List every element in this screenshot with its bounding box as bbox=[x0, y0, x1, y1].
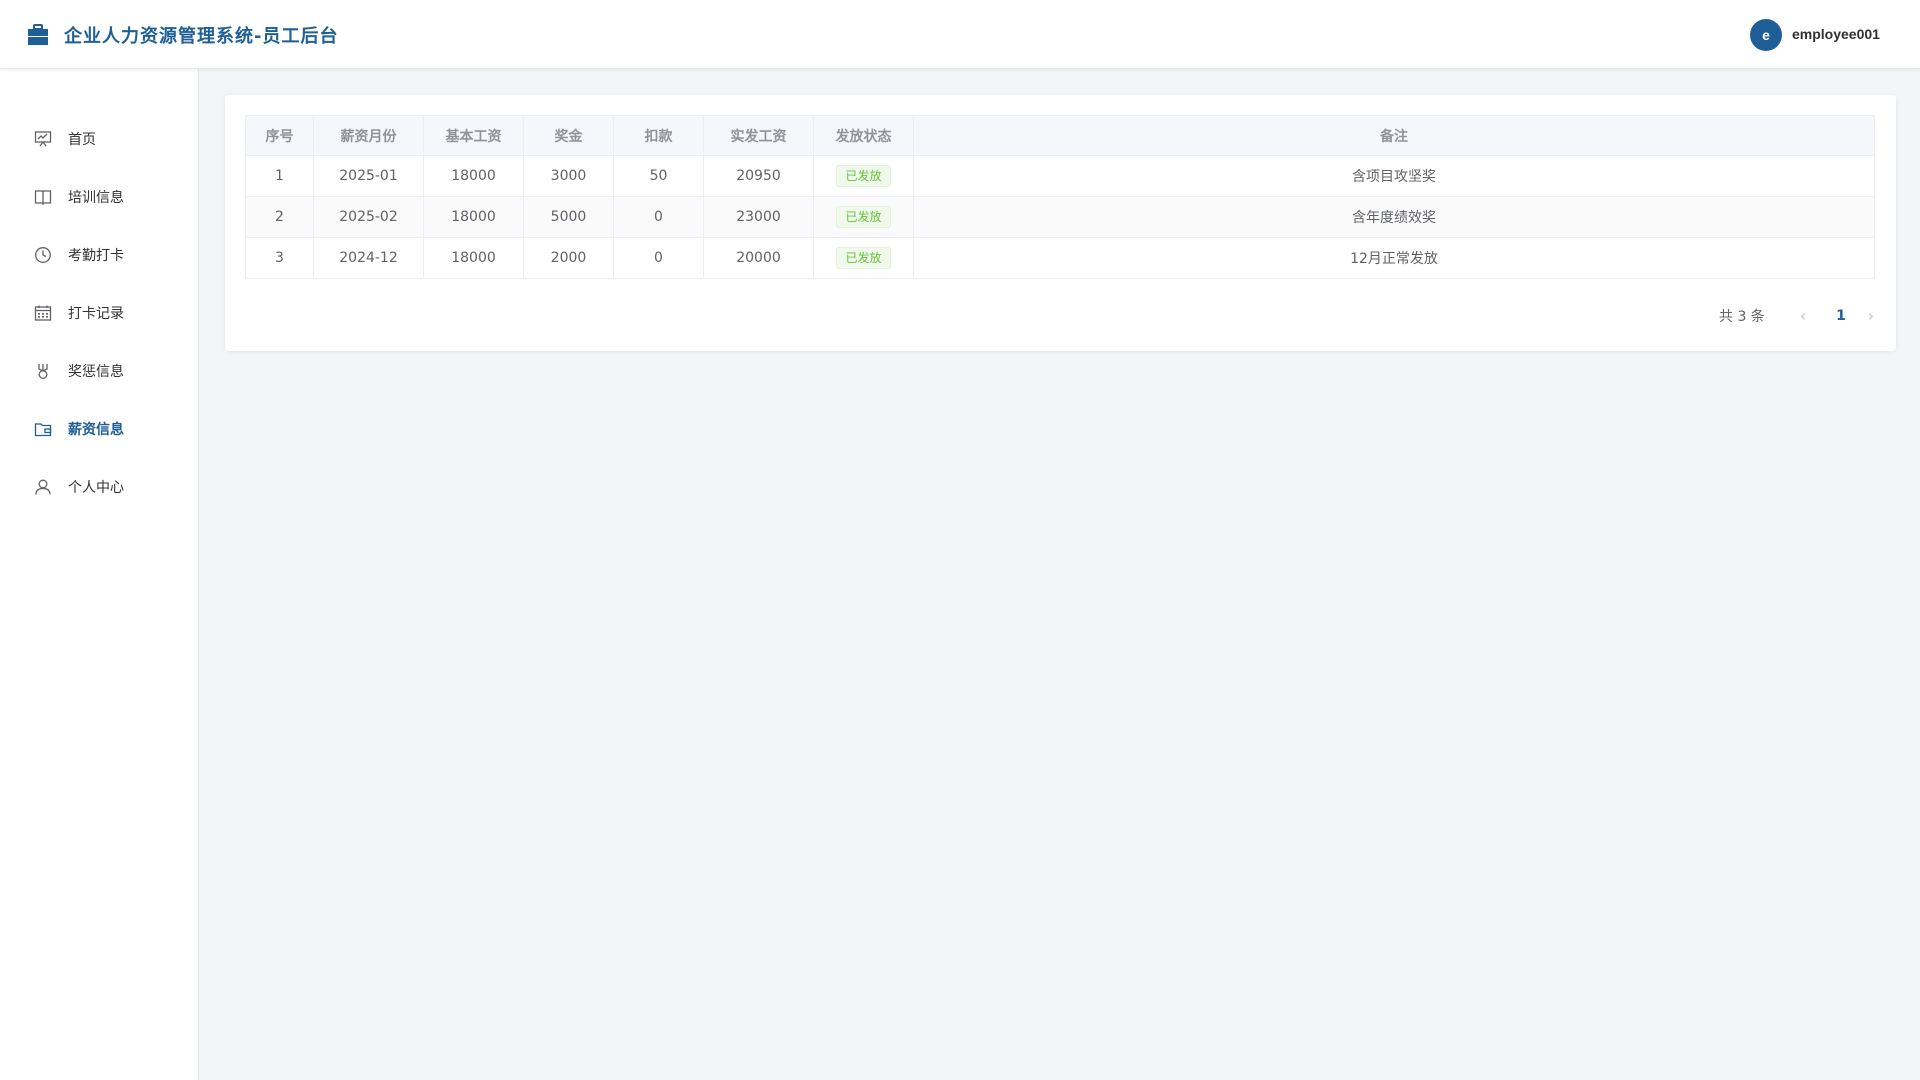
cell-month: 2025-02 bbox=[313, 196, 424, 238]
sidebar-item-attendance[interactable]: 考勤打卡 bbox=[0, 231, 199, 279]
status-badge: 已发放 bbox=[836, 206, 891, 228]
column-header-bonus[interactable]: 奖金 bbox=[523, 115, 614, 156]
sidebar-item-clock-records[interactable]: 打卡记录 bbox=[0, 289, 199, 337]
cell-base-salary: 18000 bbox=[423, 237, 524, 279]
sidebar-item-label: 奖惩信息 bbox=[68, 364, 124, 380]
cell-remark: 含项目攻坚奖 bbox=[913, 155, 1875, 197]
sidebar-item-label: 薪资信息 bbox=[68, 422, 124, 438]
cell-bonus: 2000 bbox=[523, 237, 614, 279]
app-title: 企业人力资源管理系统-员工后台 bbox=[64, 26, 339, 47]
pagination-total: 共 3 条 bbox=[1719, 309, 1765, 325]
cell-month: 2024-12 bbox=[313, 237, 424, 279]
user-icon bbox=[34, 478, 52, 496]
sidebar-item-rewards[interactable]: 奖惩信息 bbox=[0, 347, 199, 395]
sidebar-item-label: 个人中心 bbox=[68, 480, 124, 496]
sidebar-item-salary[interactable]: 薪资信息 bbox=[0, 405, 199, 453]
chevron-left-icon[interactable]: ‹ bbox=[1791, 304, 1815, 328]
cell-status: 已发放 bbox=[813, 155, 914, 197]
cell-bonus: 3000 bbox=[523, 155, 614, 197]
top-header: 企业人力资源管理系统-员工后台 e employee001 bbox=[0, 0, 1920, 69]
cell-month: 2025-01 bbox=[313, 155, 424, 197]
medal-icon bbox=[34, 362, 52, 380]
wallet-icon bbox=[34, 420, 52, 438]
cell-index: 3 bbox=[245, 237, 314, 279]
sidebar-item-label: 培训信息 bbox=[68, 190, 124, 206]
cell-deduction: 50 bbox=[613, 155, 704, 197]
table-row[interactable]: 3 2024-12 18000 2000 0 20000 已发放 12月正常发放 bbox=[245, 237, 1875, 279]
column-header-base-salary[interactable]: 基本工资 bbox=[423, 115, 524, 156]
table-row[interactable]: 2 2025-02 18000 5000 0 23000 已发放 含年度绩效奖 bbox=[245, 196, 1875, 238]
status-badge: 已发放 bbox=[836, 165, 891, 187]
cell-net-salary: 23000 bbox=[703, 196, 814, 238]
salary-card: 序号 薪资月份 基本工资 奖金 扣款 实发工资 发放状态 备注 1 2025-0… bbox=[225, 95, 1896, 351]
cell-base-salary: 18000 bbox=[423, 196, 524, 238]
cell-base-salary: 18000 bbox=[423, 155, 524, 197]
cell-remark: 12月正常发放 bbox=[913, 237, 1875, 279]
cell-net-salary: 20950 bbox=[703, 155, 814, 197]
table-header-row: 序号 薪资月份 基本工资 奖金 扣款 实发工资 发放状态 备注 bbox=[245, 115, 1875, 156]
chevron-right-icon[interactable]: › bbox=[1859, 304, 1883, 328]
cell-net-salary: 20000 bbox=[703, 237, 814, 279]
cell-index: 1 bbox=[245, 155, 314, 197]
cell-status: 已发放 bbox=[813, 237, 914, 279]
sidebar-item-training[interactable]: 培训信息 bbox=[0, 173, 199, 221]
pagination-page-1[interactable]: 1 bbox=[1827, 304, 1855, 328]
calendar-icon bbox=[34, 304, 52, 322]
sidebar-item-label: 考勤打卡 bbox=[68, 248, 124, 264]
clock-icon bbox=[34, 246, 52, 264]
column-header-index[interactable]: 序号 bbox=[245, 115, 314, 156]
salary-table: 序号 薪资月份 基本工资 奖金 扣款 实发工资 发放状态 备注 1 2025-0… bbox=[245, 115, 1875, 279]
cell-remark: 含年度绩效奖 bbox=[913, 196, 1875, 238]
column-header-remark[interactable]: 备注 bbox=[913, 115, 1875, 156]
table-row[interactable]: 1 2025-01 18000 3000 50 20950 已发放 含项目攻坚奖 bbox=[245, 155, 1875, 197]
avatar[interactable]: e bbox=[1750, 19, 1782, 51]
cell-status: 已发放 bbox=[813, 196, 914, 238]
cell-bonus: 5000 bbox=[523, 196, 614, 238]
cell-deduction: 0 bbox=[613, 237, 704, 279]
column-header-month[interactable]: 薪资月份 bbox=[313, 115, 424, 156]
briefcase-icon bbox=[27, 24, 49, 46]
cell-index: 2 bbox=[245, 196, 314, 238]
status-badge: 已发放 bbox=[836, 247, 891, 269]
sidebar-item-label: 打卡记录 bbox=[68, 306, 124, 322]
column-header-status[interactable]: 发放状态 bbox=[813, 115, 914, 156]
dashboard-icon bbox=[34, 130, 52, 148]
column-header-net-salary[interactable]: 实发工资 bbox=[703, 115, 814, 156]
sidebar: 首页 培训信息 考勤打卡 打卡记录 奖惩信息 薪资信息 个人中心 bbox=[0, 69, 199, 1080]
sidebar-item-label: 首页 bbox=[68, 132, 96, 148]
cell-deduction: 0 bbox=[613, 196, 704, 238]
book-icon bbox=[34, 188, 52, 206]
column-header-deduction[interactable]: 扣款 bbox=[613, 115, 704, 156]
sidebar-item-profile[interactable]: 个人中心 bbox=[0, 463, 199, 511]
sidebar-item-home[interactable]: 首页 bbox=[0, 115, 199, 163]
username[interactable]: employee001 bbox=[1792, 26, 1880, 42]
